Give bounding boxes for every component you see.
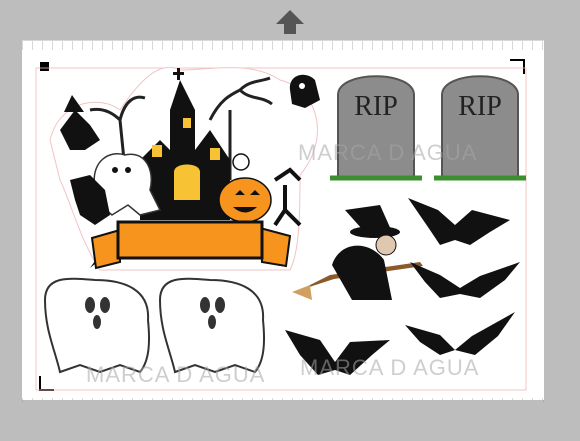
- bat-sticker-3[interactable]: [405, 312, 515, 355]
- gravestone-2-text: RIP: [458, 91, 502, 122]
- ghost-sticker-1[interactable]: [43, 277, 150, 374]
- ghost-sticker-2[interactable]: [158, 277, 265, 374]
- bat-sticker-1[interactable]: [408, 198, 510, 245]
- watermark-2: MARCA D AGUA: [86, 362, 266, 387]
- watermark-3: MARCA D AGUA: [300, 355, 480, 380]
- registration-mark-square: [40, 62, 49, 71]
- watermark-1: MARCA D AGUA: [298, 140, 478, 165]
- haunted-house-sticker[interactable]: [49, 66, 320, 271]
- registration-mark-bottom-left: [39, 376, 54, 391]
- registration-mark-top-right: [510, 59, 525, 74]
- bat-sticker-2[interactable]: [410, 262, 520, 298]
- gravestone-1-text: RIP: [354, 91, 398, 122]
- witch-sticker[interactable]: [292, 205, 423, 300]
